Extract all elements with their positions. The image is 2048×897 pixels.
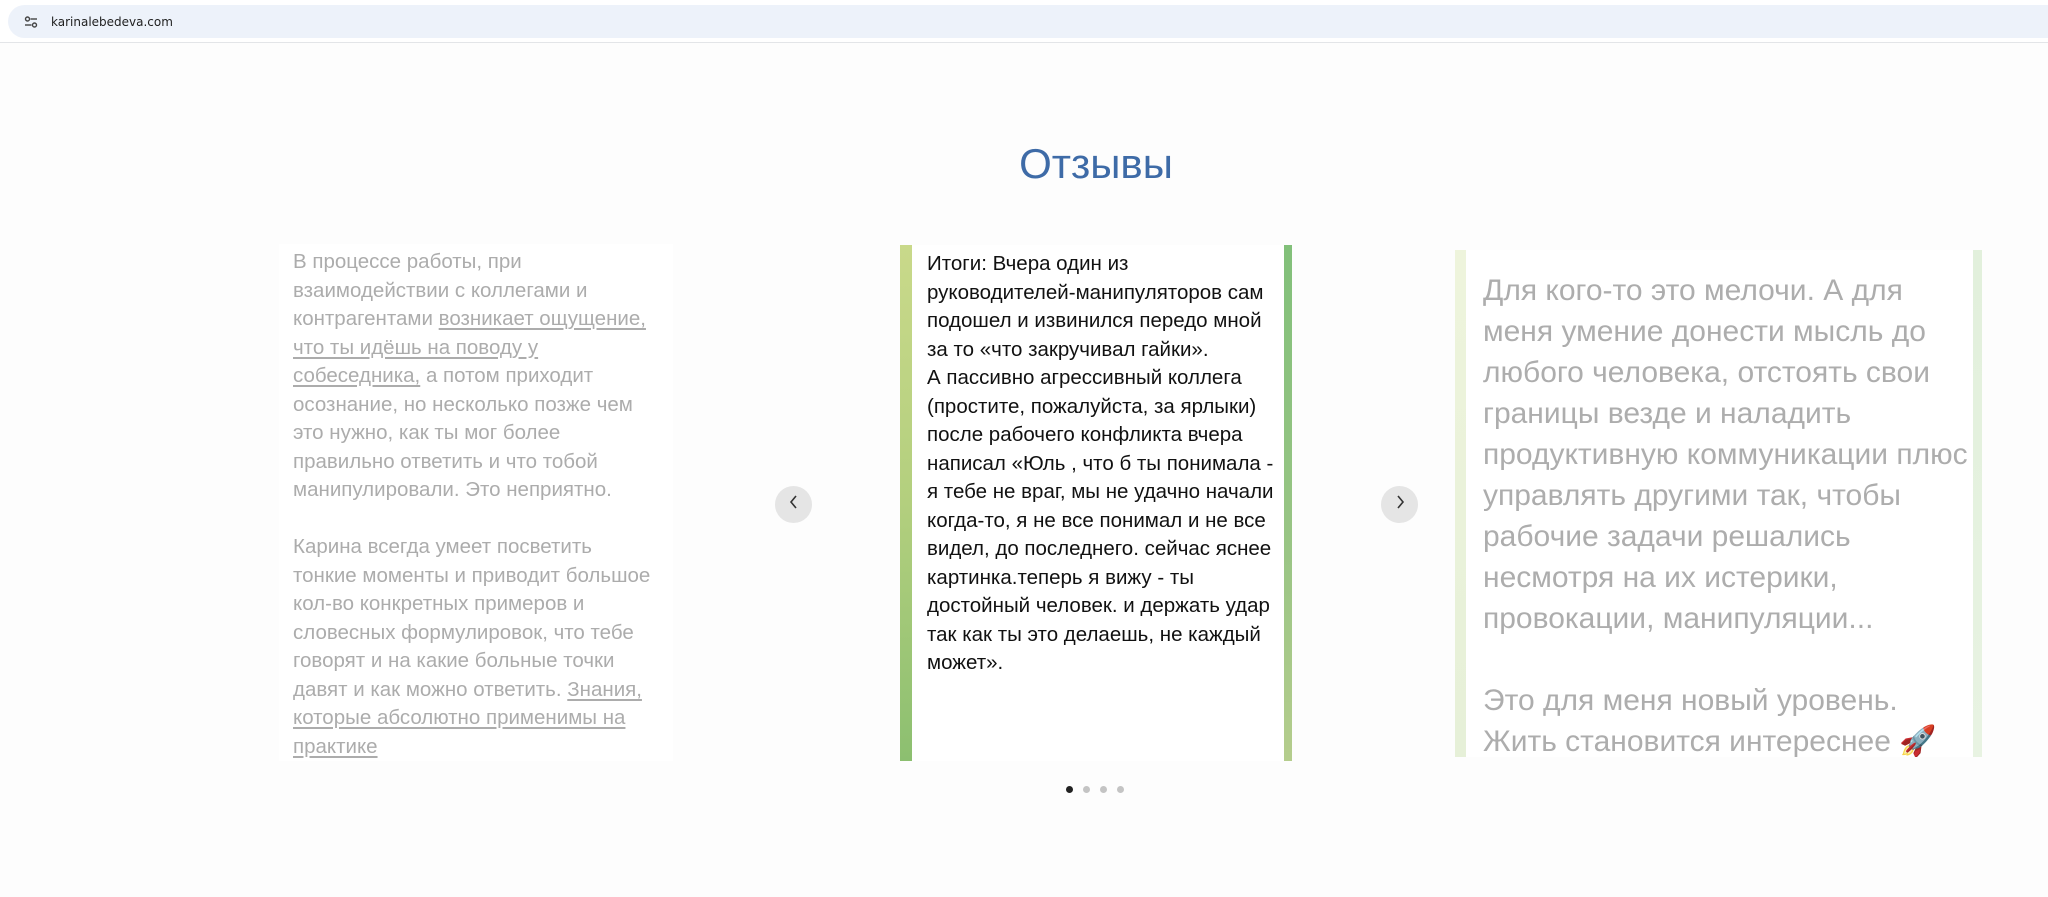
- pagination-dot-1[interactable]: [1066, 786, 1073, 793]
- card-decor-left: [1455, 250, 1466, 757]
- slider-next-button[interactable]: [1381, 486, 1418, 523]
- card-decor-right: [1973, 250, 1982, 757]
- chevron-left-icon: [788, 494, 800, 515]
- pagination-dot-2[interactable]: [1083, 786, 1090, 793]
- address-bar[interactable]: karinalebedeva.com: [8, 5, 2048, 38]
- slider-pagination: [1066, 786, 1124, 793]
- review-text: Итоги: Вчера один из руководителей-манип…: [927, 252, 1274, 674]
- section-title: Отзывы: [1019, 140, 1173, 187]
- site-settings-icon[interactable]: [20, 11, 42, 33]
- review-card-active: Итоги: Вчера один из руководителей-манип…: [900, 245, 1292, 761]
- browser-toolbar: karinalebedeva.com: [0, 0, 2048, 43]
- pagination-dot-3[interactable]: [1100, 786, 1107, 793]
- chevron-right-icon: [1394, 494, 1406, 515]
- review-text: Для кого-то это мелочи. А для меня умени…: [1483, 274, 1968, 757]
- review-card-previous: В процессе работы, при взаимодействии с …: [279, 244, 673, 761]
- slider-prev-button[interactable]: [775, 486, 812, 523]
- review-card-next: Для кого-то это мелочи. А для меня умени…: [1455, 250, 1982, 757]
- card-decor-right: [1284, 245, 1292, 761]
- review-text: В процессе работы, при взаимодействии с …: [293, 250, 651, 758]
- card-decor-left: [900, 245, 912, 761]
- pagination-dot-4[interactable]: [1117, 786, 1124, 793]
- url-text[interactable]: karinalebedeva.com: [51, 15, 173, 29]
